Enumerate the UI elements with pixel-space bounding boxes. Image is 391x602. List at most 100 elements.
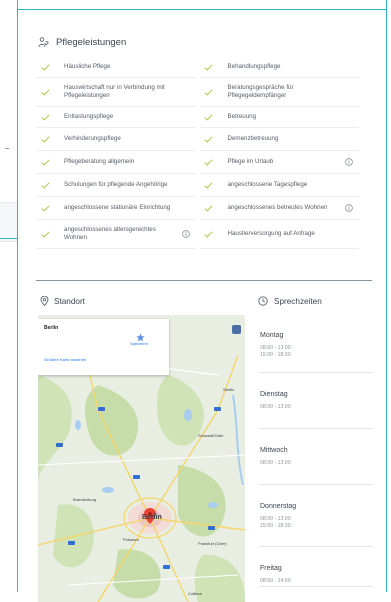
service-label: angeschlossene stationäre Einrichtung xyxy=(64,204,171,211)
edge-mark xyxy=(5,148,9,149)
day-time: 15:00 - 18:30 xyxy=(260,352,291,358)
map-larger-link[interactable]: Größere Karte ansehen xyxy=(44,357,86,362)
pflegeleistungen-heading: Pflegeleistungen xyxy=(38,37,126,48)
day-name: Dienstag xyxy=(260,391,288,398)
checkmark-icon xyxy=(38,113,52,121)
service-item: Demenzbetreuung xyxy=(199,128,359,151)
service-label: Pflege im Urlaub xyxy=(227,158,274,165)
service-item: Schulungen für pflegende Angehörige xyxy=(36,174,196,197)
service-label: Schulungen für pflegende Angehörige xyxy=(64,181,168,188)
location-map[interactable]: Neubrandenburg Stettin Brandenburg Potsd… xyxy=(38,315,245,602)
checkmark-icon xyxy=(38,135,52,143)
service-item: Betreuung xyxy=(199,107,359,128)
services-row: angeschlossene stationäre Einrichtung ang… xyxy=(36,197,359,220)
services-row: Häusliche Pflege Behandlungspflege xyxy=(36,57,359,78)
service-item: Behandlungspflege xyxy=(199,57,359,78)
service-label: angeschlossenes betreutes Wohnen xyxy=(227,204,328,211)
service-item: Pflege im Urlaub xyxy=(199,151,359,174)
day-hours: Donnerstag 08:00 - 13:00 15:00 - 18:30 xyxy=(260,485,372,547)
services-row: Pflegeberatung allgemein Pflege im Urlaub xyxy=(36,151,359,174)
service-label: Beratungsgespräche für Pflegegeldempfäng… xyxy=(227,84,294,99)
service-label: Entlastungspflege xyxy=(64,113,114,120)
service-item: Beratungsgespräche für Pflegegeldempfäng… xyxy=(199,78,359,107)
services-row: Schulungen für pflegende Angehörige anges… xyxy=(36,174,359,197)
service-label: Verhinderungspflege xyxy=(64,135,121,142)
clock-icon xyxy=(258,296,268,306)
info-icon[interactable] xyxy=(181,230,190,241)
service-label: angeschlossene Tagespflege xyxy=(227,181,308,188)
checkmark-icon xyxy=(202,88,216,96)
map-pin-icon xyxy=(40,296,49,306)
checkmark-icon xyxy=(202,230,216,238)
service-item: angeschlossenes betreutes Wohnen xyxy=(199,197,359,220)
checkmark-icon xyxy=(202,204,216,212)
standort-heading: Standort xyxy=(40,296,85,306)
service-label: Pflegeberatung allgemein xyxy=(64,158,135,165)
service-label: Betreuung xyxy=(227,113,257,120)
service-label: Behandlungspflege xyxy=(227,63,281,70)
services-row: Hauswirtschaft nur in Verbindung mit Pfl… xyxy=(36,78,359,107)
day-name: Donnerstag xyxy=(260,503,297,510)
map-label: Brandenburg xyxy=(73,497,97,502)
standort-title: Standort xyxy=(54,296,85,306)
day-time: 08:00 - 13:00 xyxy=(260,345,291,351)
day-time: 08:00 - 13:00 xyxy=(260,404,291,410)
caregiver-icon xyxy=(38,37,49,48)
sprechzeiten-title: Sprechzeiten xyxy=(274,296,322,306)
day-hours: Dienstag 08:00 - 13:00 xyxy=(260,373,372,429)
checkmark-icon xyxy=(202,158,216,166)
map-info-card: Berlin Speichern Größere Karte ansehen xyxy=(38,319,169,375)
services-row: Verhinderungspflege Demenzbetreuung xyxy=(36,128,359,151)
info-icon[interactable] xyxy=(345,204,353,215)
checkmark-icon xyxy=(202,113,216,121)
service-label: Haustierversorgung auf Anfrage xyxy=(227,230,315,237)
checkmark-icon xyxy=(38,230,52,238)
day-time: 15:00 - 18:30 xyxy=(260,523,291,529)
day-time: 08:00 - 13:00 xyxy=(260,460,291,466)
map-label: Stettin xyxy=(223,387,235,392)
highlight-frame-right xyxy=(386,9,387,592)
service-label: Häusliche Pflege xyxy=(64,63,111,70)
provider-card: Pflegeleistungen Häusliche Pflege Behandl… xyxy=(18,10,386,602)
map-place-name: Berlin xyxy=(44,325,59,331)
service-item: angeschlossene Tagespflege xyxy=(199,174,359,197)
checkmark-icon xyxy=(38,204,52,212)
checkmark-icon xyxy=(202,63,216,71)
map-label: Potsdam xyxy=(123,537,139,542)
services-grid: Häusliche Pflege Behandlungspflege Hauswir… xyxy=(36,57,359,249)
service-item: Hauswirtschaft nur in Verbindung mit Pfl… xyxy=(36,78,196,107)
map-label: Schwedt/Oder xyxy=(198,433,224,438)
page-left-edge xyxy=(0,0,18,592)
sprechzeiten-heading: Sprechzeiten xyxy=(258,296,322,306)
section-title: Pflegeleistungen xyxy=(56,37,127,48)
checkmark-icon xyxy=(38,181,52,189)
service-item: Häusliche Pflege xyxy=(36,57,196,78)
checkmark-icon xyxy=(202,181,216,189)
checkmark-icon xyxy=(38,88,52,96)
service-label: angeschlossenes altersgerechtes Wohnen xyxy=(64,226,156,241)
checkmark-icon xyxy=(202,135,216,143)
section-divider xyxy=(36,280,372,281)
day-hours: Freitag 08:00 - 14:00 xyxy=(260,547,372,587)
services-row: angeschlossenes altersgerechtes Wohnen Ha… xyxy=(36,220,359,249)
service-item: angeschlossene stationäre Einrichtung xyxy=(36,197,196,220)
highlight-stub xyxy=(0,238,18,239)
day-time: 08:00 - 14:00 xyxy=(260,578,291,584)
service-item: Entlastungspflege xyxy=(36,107,196,128)
checkmark-icon xyxy=(38,158,52,166)
service-item: Verhinderungspflege xyxy=(36,128,196,151)
day-name: Montag xyxy=(260,332,284,339)
day-hours: Mittwoch 08:00 - 13:00 xyxy=(260,429,372,485)
service-item: Pflegeberatung allgemein xyxy=(36,151,196,174)
map-label: Frankfurt (Oder) xyxy=(198,541,227,546)
map-save-button[interactable]: Speichern xyxy=(124,341,154,346)
service-label: Hauswirtschaft nur in Verbindung mit Pfl… xyxy=(64,84,165,99)
day-time: 08:00 - 13:00 xyxy=(260,516,291,522)
info-icon[interactable] xyxy=(345,158,353,169)
day-name: Freitag xyxy=(260,565,282,572)
service-item: Haustierversorgung auf Anfrage xyxy=(199,220,359,249)
service-item: angeschlossenes altersgerechtes Wohnen xyxy=(36,220,196,249)
service-label: Demenzbetreuung xyxy=(227,135,279,142)
map-account-avatar[interactable] xyxy=(232,325,241,334)
services-row: Entlastungspflege Betreuung xyxy=(36,107,359,128)
